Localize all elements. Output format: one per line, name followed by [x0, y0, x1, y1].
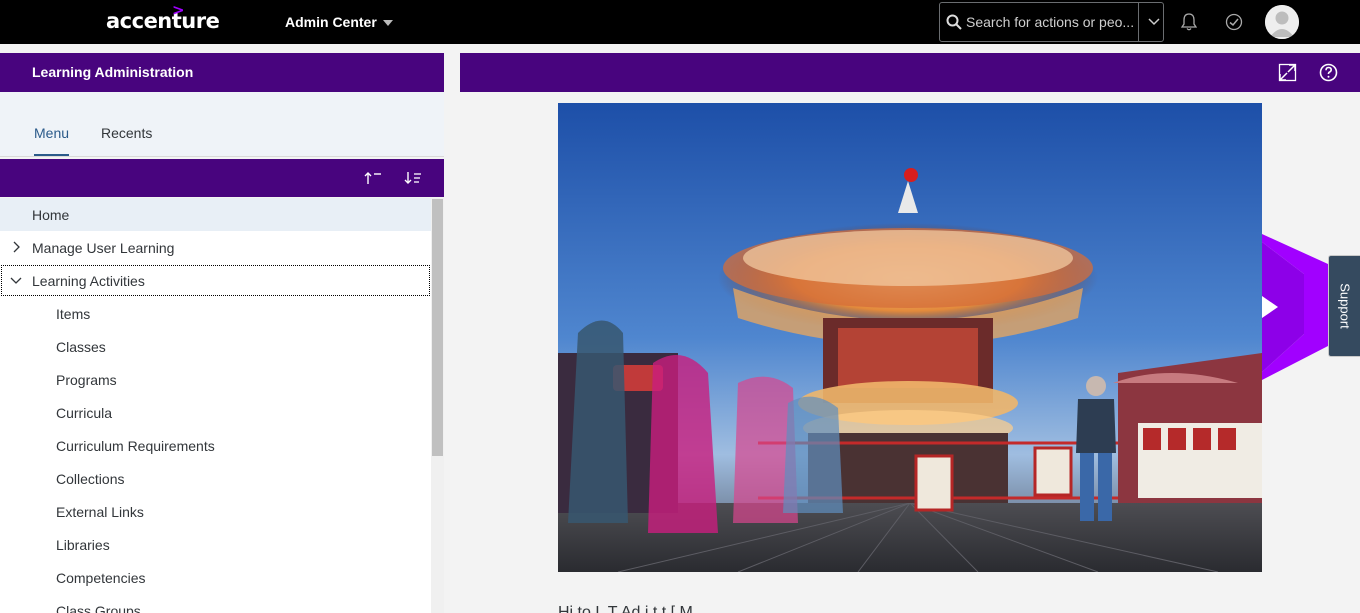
tree-item-label: External Links	[56, 503, 144, 520]
tree-item-label: Collections	[56, 470, 125, 487]
search-scope-dropdown[interactable]	[1138, 3, 1163, 41]
tree-item-label: Programs	[56, 371, 117, 388]
search-input[interactable]	[966, 14, 1136, 30]
avatar[interactable]	[1265, 5, 1299, 39]
notification-bell-icon[interactable]	[1181, 13, 1197, 31]
tree-item-label: Manage User Learning	[32, 239, 175, 256]
tree-item-competencies[interactable]: Competencies	[0, 561, 431, 594]
tree-item-label: Home	[32, 206, 70, 223]
sort-descending-button[interactable]	[402, 168, 424, 188]
page-title: Learning Administration	[32, 64, 194, 80]
tree-item-curriculum-requirements[interactable]: Curriculum Requirements	[0, 429, 431, 462]
scrollbar-thumb[interactable]	[432, 199, 443, 456]
tree-item-learning-activities[interactable]: Learning Activities	[0, 264, 431, 297]
tree-item-label: Curriculum Requirements	[56, 437, 215, 454]
tree-item-external-links[interactable]: External Links	[0, 495, 431, 528]
tab-menu[interactable]: Menu	[34, 125, 70, 156]
tree-item-class-groups[interactable]: Class Groups	[0, 594, 431, 613]
tree-item-label: Libraries	[56, 536, 110, 553]
hero-carousel-image	[558, 103, 1262, 572]
tree-item-label: Learning Activities	[32, 272, 145, 289]
sort-toolbar	[0, 159, 444, 197]
admin-center-label: Admin Center	[285, 14, 377, 30]
tree-item-curricula[interactable]: Curricula	[0, 396, 431, 429]
tab-bar: Menu Recents	[0, 92, 444, 157]
admin-center-menu[interactable]: Admin Center	[285, 14, 393, 30]
accenture-chevron-graphic	[1262, 234, 1328, 380]
tree-item-programs[interactable]: Programs	[0, 363, 431, 396]
search-box[interactable]	[939, 2, 1164, 42]
tree-item-manage-user-learning[interactable]: Manage User Learning	[0, 231, 431, 264]
tree-item-label: Items	[56, 305, 91, 322]
tree-item-label: Competencies	[56, 569, 146, 586]
content-header	[460, 53, 1360, 92]
caret-down-icon	[382, 20, 393, 26]
fullscreen-icon[interactable]	[1278, 63, 1297, 82]
tree-item-libraries[interactable]: Libraries	[0, 528, 431, 561]
sort-ascending-icon	[364, 172, 381, 184]
chevron-down-icon[interactable]	[10, 274, 22, 286]
accenture-logo[interactable]: accenture >	[106, 1, 220, 33]
navigation-tree: Home Manage User Learning Learning Activ…	[0, 198, 444, 613]
logo-mark: >	[172, 1, 185, 19]
tree-item-label: Curricula	[56, 404, 113, 421]
todo-check-icon[interactable]	[1225, 13, 1243, 31]
support-tab-button[interactable]: Support	[1328, 255, 1360, 357]
tab-recents[interactable]: Recents	[101, 125, 152, 141]
shell-bar: accenture > Admin Center	[0, 0, 1360, 44]
sort-descending-icon	[404, 172, 421, 184]
welcome-text-partial: Hi to L T Ad i t t [ M	[558, 604, 693, 613]
tree-item-items[interactable]: Items	[0, 297, 431, 330]
help-icon[interactable]	[1319, 63, 1338, 82]
search-icon[interactable]	[946, 14, 962, 30]
support-label: Support	[1337, 283, 1352, 329]
tree-item-collections[interactable]: Collections	[0, 462, 431, 495]
left-panel-header: Learning Administration	[0, 53, 444, 92]
tree-item-label: Classes	[56, 338, 106, 355]
tree-item-label: Class Groups	[56, 602, 141, 613]
tree-item-home[interactable]: Home	[0, 198, 431, 231]
chevron-right-icon[interactable]	[10, 241, 22, 253]
sort-ascending-button[interactable]	[362, 168, 384, 188]
chevron-down-icon	[1148, 18, 1160, 26]
tree-item-classes[interactable]: Classes	[0, 330, 431, 363]
